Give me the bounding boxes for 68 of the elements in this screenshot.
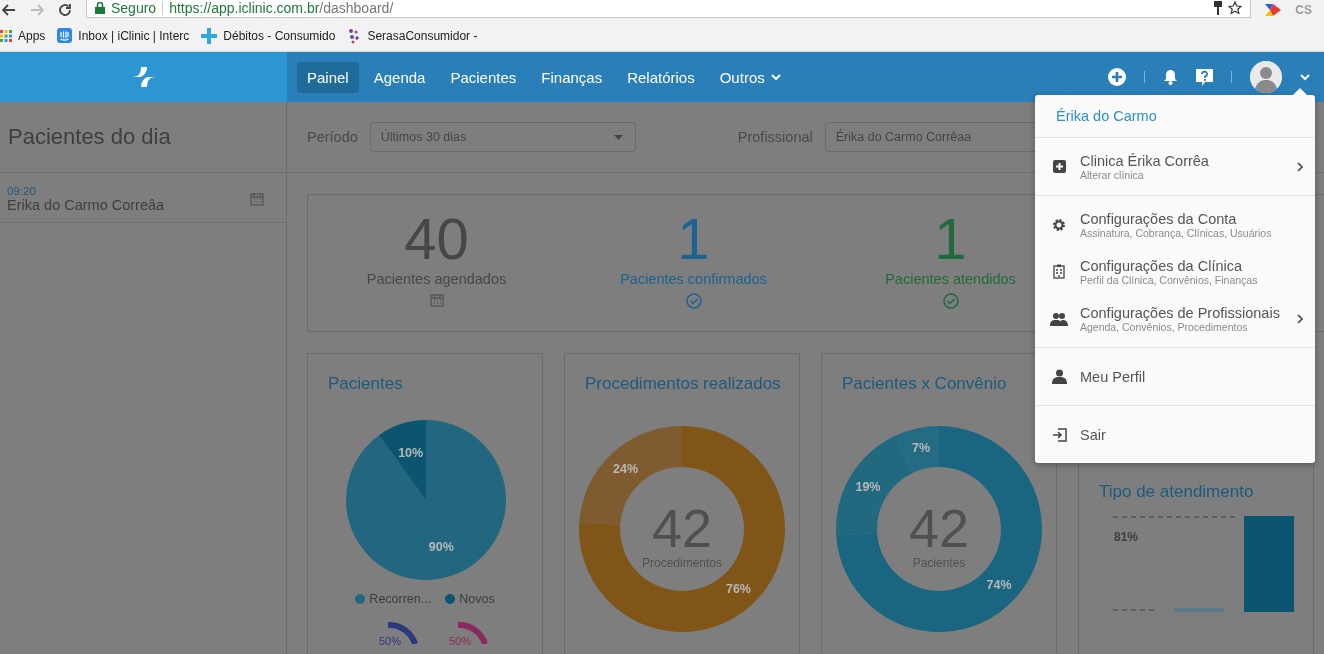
slice-label: 7% [911, 441, 931, 456]
bookmark-item[interactable]: Inbox | iClinic | Interc [57, 28, 190, 43]
chevron-down-icon [770, 73, 781, 81]
menu-item[interactable]: Configurações da Clínica Perfil da Clínica, Convênios, Finanças [1035, 248, 1315, 295]
nav-tab[interactable]: Relatórios [617, 61, 705, 93]
menu-user-name: Érika do Carmo [1035, 95, 1315, 138]
menu-item[interactable]: Sair [1035, 411, 1315, 458]
menu-item[interactable]: Configurações de Profissionais Agenda, Convênios, Procedimentos [1035, 295, 1315, 342]
appointment-time: 09:20 [7, 185, 37, 197]
sign-out-icon [1051, 427, 1067, 442]
gauge-label: 50% [449, 635, 471, 647]
nav-tab[interactable]: Outros [709, 61, 791, 93]
apps-grid-icon [0, 29, 12, 42]
card-title: Pacientes x Convênio [842, 374, 1008, 394]
calendar-icon [250, 192, 264, 206]
reload-icon[interactable] [58, 3, 72, 17]
bar-chart-drawing: 81% [1099, 502, 1299, 612]
back-arrow-icon[interactable] [2, 4, 16, 16]
stat-label: Pacientes agendados [366, 271, 507, 287]
stat-label: Pacientes confirmados [620, 271, 767, 287]
user-icon [1051, 369, 1067, 384]
stat-value: 40 [404, 209, 469, 269]
bell-icon[interactable] [1163, 69, 1178, 85]
users-icon [1050, 311, 1068, 326]
slice-label: 76% [725, 582, 751, 597]
plus-square-icon [1052, 160, 1066, 173]
star-icon[interactable] [1228, 0, 1243, 15]
calendar-icon [429, 293, 444, 307]
menu-item[interactable]: Meu Perfil [1035, 353, 1315, 400]
plus-cross-icon [201, 27, 218, 44]
add-circle-icon[interactable] [1108, 68, 1126, 86]
check-circle-icon [685, 293, 702, 309]
stat-value: 1 [934, 209, 967, 269]
chat-app-icon [57, 28, 73, 43]
bookmark-item[interactable]: SerasaConsumidor - [347, 27, 478, 44]
slice-label: 90% [428, 540, 454, 555]
chevron-down-icon[interactable] [1300, 73, 1310, 81]
slice-label: 74% [986, 578, 1012, 593]
address-bar[interactable]: Seguro https://app.iclinic.com.br/dashboard/ [86, 0, 1252, 18]
slice-label: 19% [855, 480, 881, 494]
url-text: https://app.iclinic.com.br/dashboard/ [169, 0, 394, 16]
gauge-label: 50% [379, 635, 401, 647]
card-title: Procedimentos realizados [585, 374, 782, 394]
slice-label: 24% [613, 461, 639, 476]
card-title: Pacientes [328, 374, 404, 394]
nav-tab[interactable]: Pacientes [440, 61, 527, 93]
building-icon [1053, 264, 1065, 279]
caret-icon [613, 134, 623, 140]
key-icon[interactable] [1214, 0, 1223, 15]
slice-label: 10% [398, 445, 424, 460]
sidebar-title: Pacientes do dia [0, 102, 286, 173]
avatar-icon[interactable] [1250, 61, 1282, 93]
nav-tab[interactable]: Painel [297, 61, 359, 93]
bookmark-item[interactable]: Débitos - Consumido [201, 27, 336, 44]
stat-value: 1 [677, 209, 710, 269]
check-circle-icon [942, 293, 959, 309]
nav-tab[interactable]: Finanças [531, 61, 613, 93]
extension-icon[interactable] [1265, 4, 1282, 16]
menu-item[interactable]: Configurações da Conta Assinatura, Cobrança, Clínicas, Usuários [1035, 201, 1315, 248]
bookmark-item[interactable]: Apps [0, 28, 46, 43]
gear-icon [1052, 217, 1066, 232]
security-label: Seguro [111, 0, 157, 16]
lock-icon [95, 1, 105, 14]
card-title: Tipo de atendimento [1099, 482, 1255, 502]
nav-tab[interactable]: Agenda [363, 61, 436, 93]
dots-logo-icon [347, 27, 362, 44]
stat-label: Pacientes atendidos [885, 271, 1016, 287]
help-icon[interactable] [1196, 68, 1213, 86]
